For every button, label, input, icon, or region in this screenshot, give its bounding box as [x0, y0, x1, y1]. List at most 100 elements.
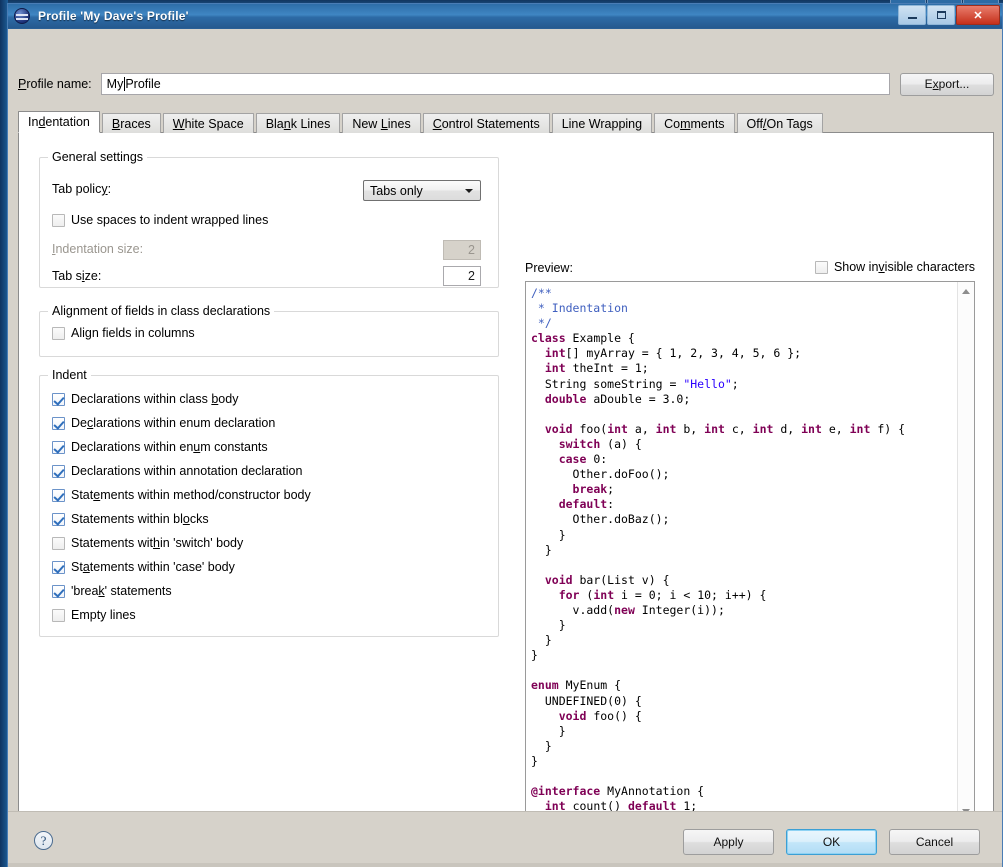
use-spaces-checkbox[interactable]: [52, 213, 65, 227]
indent-item-6[interactable]: Statements within 'switch' body: [52, 536, 243, 550]
indent-label-5: Statements within blocks: [71, 512, 209, 526]
tab-braces[interactable]: Braces: [101, 113, 161, 133]
indent-label-0: Declarations within class body: [71, 392, 239, 406]
use-spaces-row[interactable]: Use spaces to indent wrapped lines: [52, 213, 268, 227]
indent-checkbox-5[interactable]: [52, 512, 65, 526]
tab-new-lines[interactable]: New Lines: [342, 113, 421, 133]
profile-name-row: Profile name: My Profile Export...: [18, 71, 994, 97]
tab-control-statements[interactable]: Control Statements: [422, 113, 550, 133]
indent-label-9: Empty lines: [71, 608, 136, 622]
profile-name-value-rest: Profile: [125, 77, 161, 91]
tab-comments[interactable]: Comments: [654, 113, 735, 133]
align-fields-row[interactable]: Align fields in columns: [52, 326, 195, 340]
preview-vertical-scrollbar[interactable]: [957, 282, 974, 820]
window-bottom-edge: [8, 863, 1002, 867]
show-invisible-characters-row[interactable]: Show invisible characters: [814, 260, 975, 274]
indent-label-2: Declarations within enum constants: [71, 440, 268, 454]
tab-comments-label: Comments: [664, 116, 725, 131]
indent-item-8[interactable]: 'break' statements: [52, 584, 172, 598]
indent-label-4: Statements within method/constructor bod…: [71, 488, 311, 502]
group-indent: Indent Declarations within class body De…: [39, 368, 499, 637]
screen: Profile 'My Dave's Profile' ✕ Profile na…: [0, 0, 1003, 867]
group-general-settings-title: General settings: [48, 150, 148, 164]
tab-control-statements-label: Control Statements: [432, 116, 540, 131]
tab-off-on-tags-label: Off/On Tags: [746, 116, 813, 131]
profile-dialog-window: Profile 'My Dave's Profile' ✕ Profile na…: [7, 3, 1003, 867]
tab-size-label-row: Tab size:: [52, 269, 101, 283]
scroll-up-icon[interactable]: [962, 289, 970, 294]
preview-code: /** * Indentation */ class Example { int…: [531, 286, 906, 819]
group-general-settings: General settings Tab policy: Tabs only U…: [39, 150, 499, 288]
close-button[interactable]: ✕: [956, 5, 1000, 25]
indent-item-1[interactable]: Declarations within enum declaration: [52, 416, 275, 430]
indentation-size-value: 2: [468, 243, 475, 257]
group-alignment-title: Alignment of fields in class declaration…: [48, 304, 275, 318]
minimize-button[interactable]: [898, 5, 926, 25]
indent-item-9[interactable]: Empty lines: [52, 608, 136, 622]
tab-indentation-label: Indentation: [28, 115, 90, 129]
indent-checkbox-3[interactable]: [52, 464, 65, 478]
show-invisible-characters-label: Show invisible characters: [833, 260, 975, 274]
show-invisible-characters-checkbox[interactable]: [814, 260, 828, 274]
indent-checkbox-6[interactable]: [52, 536, 65, 550]
tab-strip: Indentation Braces White Space Blank Lin…: [18, 111, 994, 133]
export-label: Export...: [924, 77, 970, 91]
indent-checkbox-8[interactable]: [52, 584, 65, 598]
group-alignment: Alignment of fields in class declaration…: [39, 304, 499, 357]
tab-line-wrapping[interactable]: Line Wrapping: [551, 113, 653, 133]
tab-policy-value: Tabs only: [370, 183, 423, 198]
profile-name-label: Profile name:: [18, 77, 92, 91]
dialog-footer: ? Apply OK Cancel: [8, 811, 1002, 867]
chevron-down-icon: [465, 189, 473, 193]
indent-label-6: Statements within 'switch' body: [71, 536, 244, 550]
dialog-client-area: Profile name: My Profile Export... Indent…: [8, 29, 1002, 867]
indent-checkbox-7[interactable]: [52, 560, 65, 574]
profile-name-input[interactable]: My Profile: [100, 73, 890, 95]
help-icon[interactable]: ?: [34, 831, 53, 850]
tab-blank-lines[interactable]: Blank Lines: [255, 113, 341, 133]
indent-checkbox-0[interactable]: [52, 392, 65, 406]
indent-checkbox-4[interactable]: [52, 488, 65, 502]
indent-item-2[interactable]: Declarations within enum constants: [52, 440, 268, 454]
tab-new-lines-label: New Lines: [352, 116, 411, 131]
apply-button[interactable]: Apply: [683, 829, 774, 855]
tab-policy-label: Tab policy:: [52, 182, 112, 196]
indent-checkbox-2[interactable]: [52, 440, 65, 454]
indent-checkbox-1[interactable]: [52, 416, 65, 430]
align-fields-label: Align fields in columns: [71, 326, 195, 340]
tab-line-wrapping-label: Line Wrapping: [561, 116, 643, 131]
preview-label: Preview:: [525, 261, 573, 275]
indent-item-0[interactable]: Declarations within class body: [52, 392, 238, 406]
indent-item-7[interactable]: Statements within 'case' body: [52, 560, 235, 574]
indentation-size-label-row: Indentation size:: [52, 242, 143, 256]
maximize-button[interactable]: [927, 5, 955, 25]
tab-off-on-tags[interactable]: Off/On Tags: [736, 113, 823, 133]
tab-panel-indentation: General settings Tab policy: Tabs only U…: [18, 132, 994, 865]
indent-item-3[interactable]: Declarations within annotation declarati…: [52, 464, 302, 478]
align-fields-checkbox[interactable]: [52, 326, 65, 340]
tab-size-spinner[interactable]: 2: [443, 266, 481, 286]
indentation-size-spinner: 2: [443, 240, 481, 260]
tab-policy-label-row: Tab policy:: [52, 182, 111, 196]
tab-indentation[interactable]: Indentation: [18, 111, 100, 133]
tab-policy-combo[interactable]: Tabs only: [363, 180, 481, 201]
tab-size-value: 2: [468, 269, 475, 283]
indentation-size-label: Indentation size:: [52, 242, 144, 256]
preview-code-scroll: /** * Indentation */ class Example { int…: [526, 282, 956, 819]
indent-item-5[interactable]: Statements within blocks: [52, 512, 209, 526]
indent-label-1: Declarations within enum declaration: [71, 416, 276, 430]
title-bar: Profile 'My Dave's Profile' ✕: [8, 4, 1002, 29]
caption-buttons: ✕: [898, 5, 1000, 25]
indent-item-4[interactable]: Statements within method/constructor bod…: [52, 488, 311, 502]
indent-checkbox-9[interactable]: [52, 608, 65, 622]
maximize-icon: [936, 11, 946, 19]
tab-white-space[interactable]: White Space: [162, 113, 254, 133]
cancel-button[interactable]: Cancel: [889, 829, 980, 855]
ok-button[interactable]: OK: [786, 829, 877, 855]
eclipse-profile-icon: [14, 8, 30, 24]
export-button[interactable]: Export...: [900, 72, 994, 96]
indent-label-3: Declarations within annotation declarati…: [71, 464, 303, 478]
group-indent-title: Indent: [48, 368, 91, 382]
tab-blank-lines-label: Blank Lines: [265, 116, 331, 131]
preview-code-box: /** * Indentation */ class Example { int…: [525, 281, 975, 838]
